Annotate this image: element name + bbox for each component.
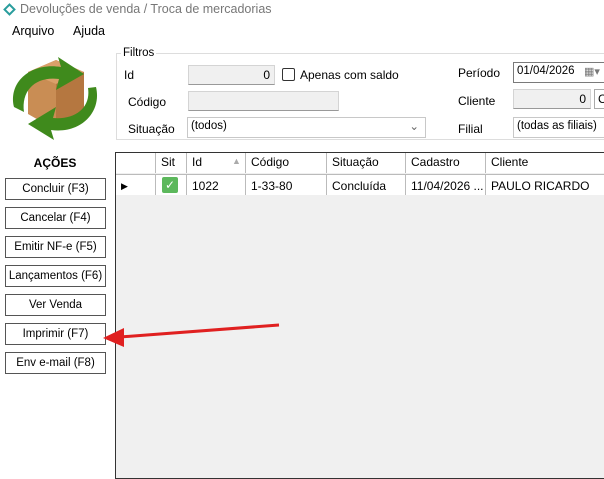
ver-venda-button[interactable]: Ver Venda: [5, 294, 106, 316]
concluir-button[interactable]: Concluir (F3): [5, 178, 106, 200]
cliente-label: Cliente: [458, 94, 496, 108]
window-title: Devoluções de venda / Troca de mercadori…: [20, 2, 272, 16]
title-bar: Devoluções de venda / Troca de mercadori…: [0, 0, 604, 19]
cell-codigo: 1-33-80: [246, 174, 327, 195]
filial-select[interactable]: (todas as filiais): [513, 117, 604, 138]
column-header-cadastro[interactable]: Cadastro: [406, 153, 486, 173]
column-header-sit[interactable]: Sit: [156, 153, 187, 173]
app-icon: [3, 3, 16, 16]
env-email-button[interactable]: Env e-mail (F8): [5, 352, 106, 374]
column-header-cliente[interactable]: Cliente: [486, 153, 604, 173]
situacao-select[interactable]: (todos) ⌄: [187, 117, 426, 138]
cancelar-button[interactable]: Cancelar (F4): [5, 207, 106, 229]
cliente-input[interactable]: 0: [513, 89, 591, 109]
filial-label: Filial: [458, 122, 483, 136]
periodo-label: Período: [458, 66, 501, 80]
id-label: Id: [124, 68, 135, 82]
situacao-label: Situação: [128, 122, 175, 136]
id-input[interactable]: 0: [188, 65, 275, 85]
row-selector-icon[interactable]: ▶: [116, 174, 156, 195]
column-header-codigo[interactable]: Código: [246, 153, 327, 173]
cell-cadastro: 11/04/2026 ...: [406, 174, 486, 195]
sort-ascending-icon: ▲: [232, 156, 241, 166]
menu-ajuda[interactable]: Ajuda: [73, 24, 105, 38]
lancamentos-button[interactable]: Lançamentos (F6): [5, 265, 106, 287]
imprimir-button[interactable]: Imprimir (F7): [5, 323, 106, 345]
periodo-value: 01/04/2026: [517, 65, 575, 77]
column-header-id[interactable]: Id ▲: [187, 153, 246, 173]
return-box-logo-icon: [13, 57, 98, 140]
status-check-icon: ✓: [156, 174, 187, 195]
filters-legend: Filtros: [123, 47, 155, 59]
cell-situacao: Concluída: [327, 174, 406, 195]
column-header-id-label: Id: [192, 155, 203, 169]
codigo-label: Código: [128, 95, 167, 109]
menu-arquivo[interactable]: Arquivo: [12, 24, 54, 38]
only-balance-label: Apenas com saldo: [300, 68, 399, 82]
cell-cliente: PAULO RICARDO: [486, 174, 604, 195]
codigo-input[interactable]: [188, 91, 339, 111]
cliente-search-button[interactable]: C: [594, 89, 604, 109]
row-header-corner: [116, 153, 156, 173]
calendar-icon[interactable]: ▦▾: [584, 65, 600, 78]
cell-id: 1022: [187, 174, 246, 195]
results-grid[interactable]: Sit Id ▲ Código Situação Cadastro Cliente…: [115, 152, 604, 479]
only-balance-checkbox[interactable]: [282, 68, 295, 81]
column-header-situacao[interactable]: Situação: [327, 153, 406, 173]
situacao-value: (todos): [191, 120, 227, 132]
chevron-down-icon: ⌄: [409, 121, 419, 133]
emitir-nfe-button[interactable]: Emitir NF-e (F5): [5, 236, 106, 258]
periodo-date-picker[interactable]: 01/04/2026 ▦▾: [513, 62, 604, 83]
actions-title: AÇÕES: [33, 156, 77, 170]
